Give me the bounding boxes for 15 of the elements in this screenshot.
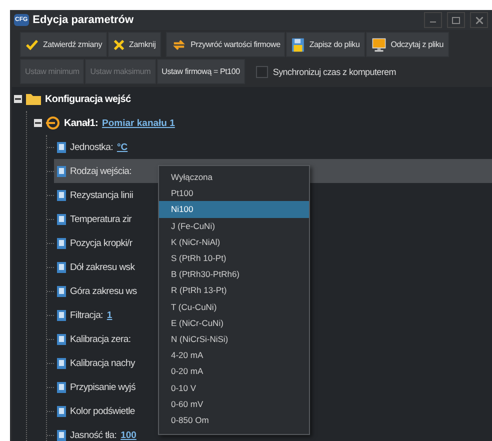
tree-item-label: Jasność tła:	[70, 430, 117, 440]
tree-item-label: Kalibracja zera:	[70, 334, 131, 344]
tree-item-label: Kolor podświetle	[70, 406, 135, 416]
tree-item-label: Rodzaj wejścia:	[70, 166, 132, 176]
window-title: Edycja parametrów	[32, 14, 135, 26]
tree-item-label: Temperatura zir	[70, 214, 132, 224]
tree-item-label: Przypisanie wyjś	[70, 382, 136, 392]
tree-item-label: Filtracja:	[70, 310, 103, 320]
tree-item-label: Dół zakresu wsk	[70, 262, 135, 272]
tree-item-label: Góra zakresu ws	[70, 286, 137, 296]
checkbox-label: Synchronizuj czas z komputerem	[272, 66, 396, 76]
tree-item-label: Rezystancja linii	[70, 190, 134, 200]
tree-item-label: Kalibracja nachy	[70, 358, 135, 368]
tree-item-label: Pozycja kropki/r	[70, 238, 132, 248]
tree-item-label: Jednostka:	[70, 142, 113, 152]
